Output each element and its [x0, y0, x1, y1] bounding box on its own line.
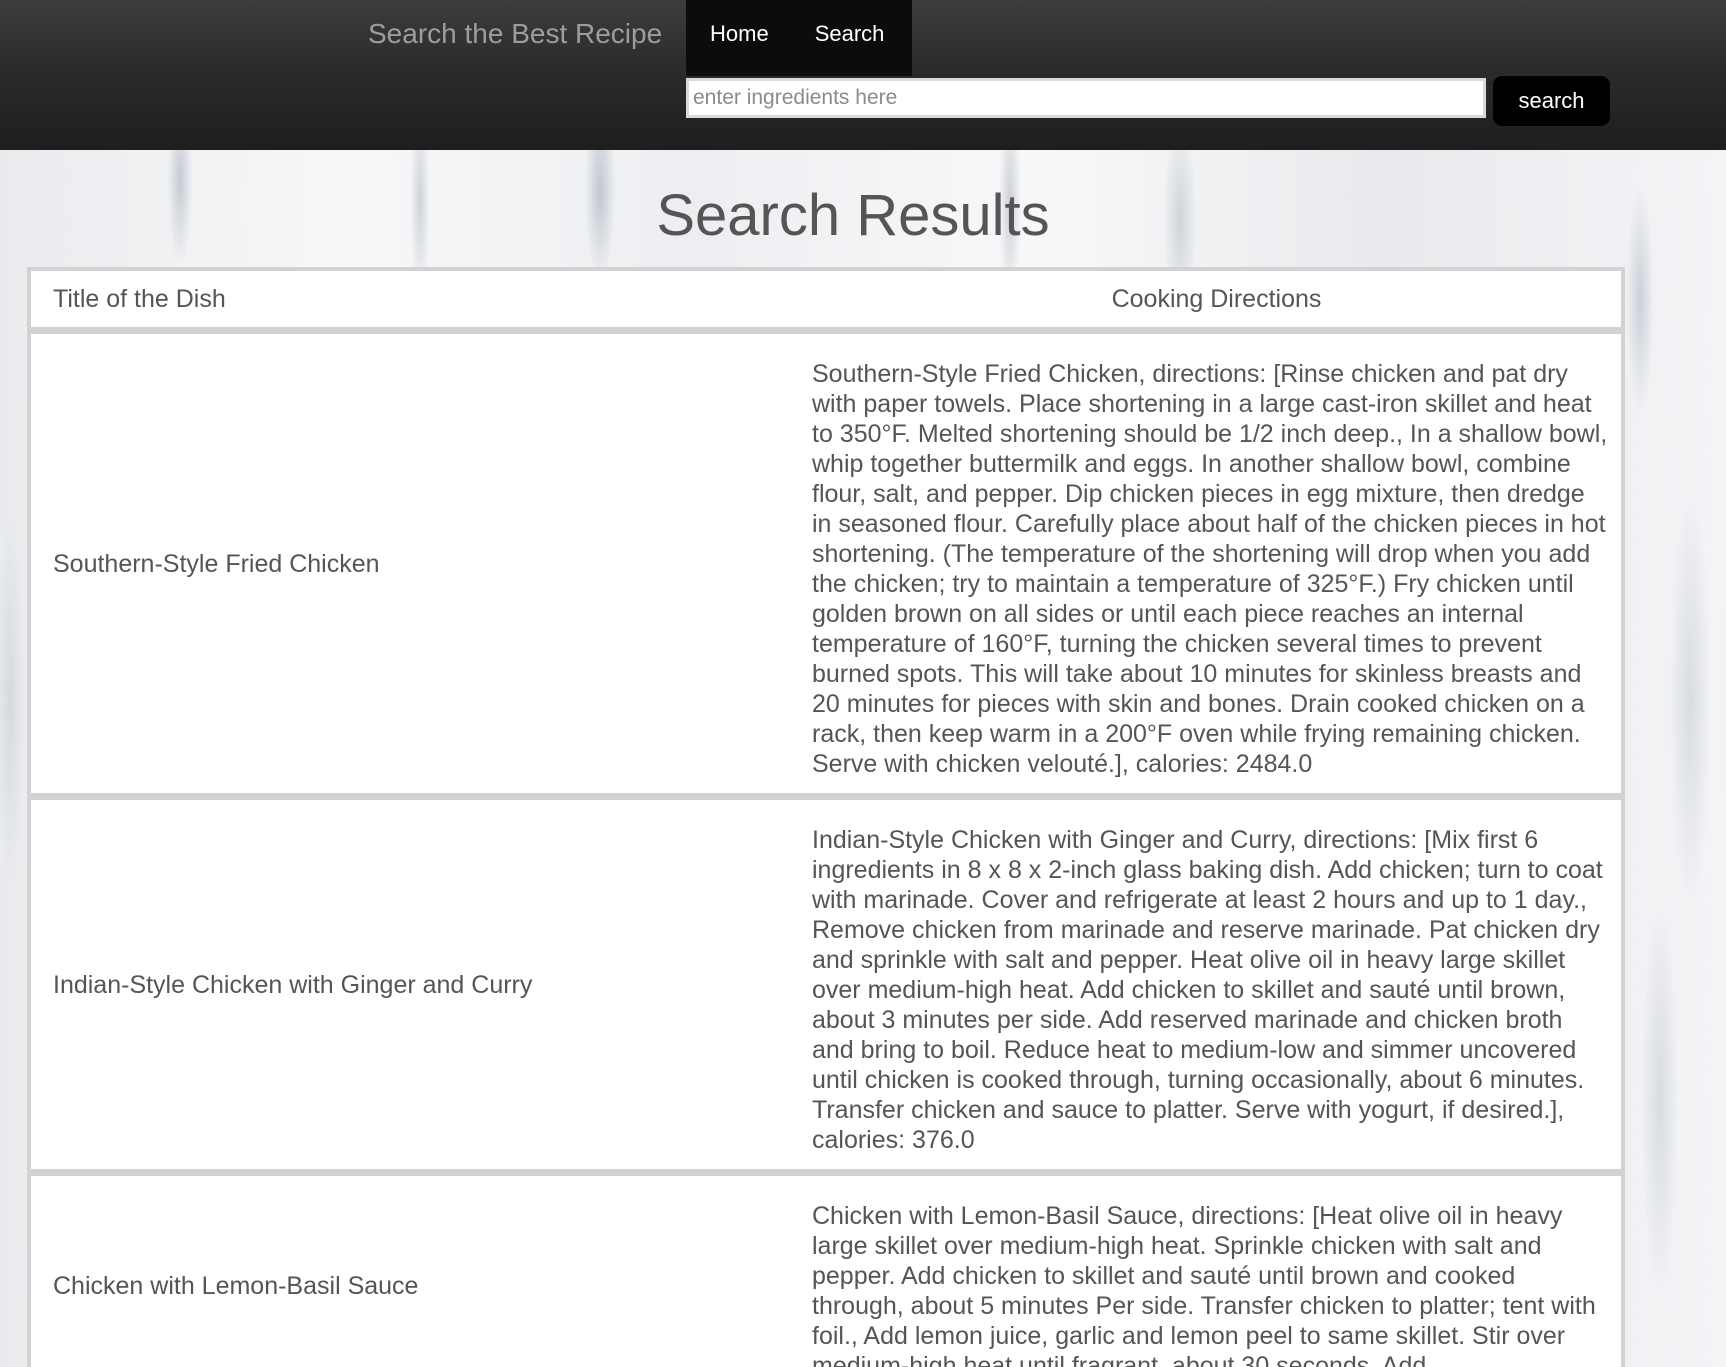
dish-title-cell: Chicken with Lemon-Basil Sauce [31, 1173, 812, 1367]
results-table-container: Title of the Dish Cooking Directions Sou… [27, 267, 1625, 1367]
column-header-directions: Cooking Directions [812, 271, 1621, 331]
results-table-body: Southern-Style Fried Chicken Southern-St… [31, 331, 1621, 1367]
table-row: Indian-Style Chicken with Ginger and Cur… [31, 797, 1621, 1173]
dish-title-cell: Indian-Style Chicken with Ginger and Cur… [31, 797, 812, 1173]
page-title: Search Results [0, 182, 1706, 249]
main-nav: Home Search [686, 0, 912, 76]
site-brand[interactable]: Search the Best Recipe [368, 14, 662, 54]
results-table: Title of the Dish Cooking Directions Sou… [31, 271, 1621, 1367]
dish-title-cell: Southern-Style Fried Chicken [31, 331, 812, 797]
directions-cell: Southern-Style Fried Chicken, directions… [812, 331, 1621, 797]
table-row: Chicken with Lemon-Basil Sauce Chicken w… [31, 1173, 1621, 1367]
column-header-title: Title of the Dish [31, 271, 812, 331]
directions-cell: Indian-Style Chicken with Ginger and Cur… [812, 797, 1621, 1173]
nav-search-link[interactable]: Search [791, 0, 907, 68]
navbar: Search the Best Recipe Home Search searc… [0, 0, 1726, 150]
ingredients-search-input[interactable] [686, 78, 1486, 118]
results-table-head: Title of the Dish Cooking Directions [31, 271, 1621, 331]
search-button[interactable]: search [1493, 76, 1610, 126]
nav-home-link[interactable]: Home [686, 0, 791, 68]
table-header-row: Title of the Dish Cooking Directions [31, 271, 1621, 331]
directions-cell: Chicken with Lemon-Basil Sauce, directio… [812, 1173, 1621, 1367]
table-row: Southern-Style Fried Chicken Southern-St… [31, 331, 1621, 797]
